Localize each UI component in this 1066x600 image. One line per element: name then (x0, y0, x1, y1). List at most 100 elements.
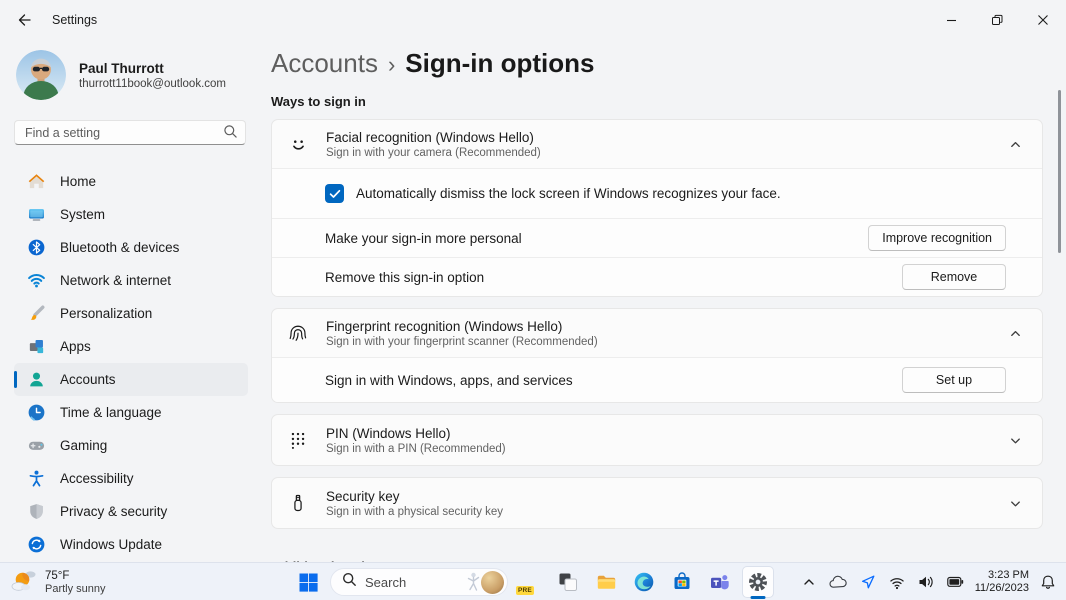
restore-button[interactable] (974, 0, 1020, 40)
onedrive-tray-icon[interactable] (827, 573, 849, 591)
task-view-button[interactable] (552, 566, 584, 598)
gaming-icon (26, 436, 46, 456)
breadcrumb-separator-icon: › (388, 52, 395, 78)
weather-widget[interactable]: 75°F Partly sunny (10, 566, 106, 599)
remove-button[interactable]: Remove (902, 264, 1006, 290)
security-key-header[interactable]: Security key Sign in with a physical sec… (272, 478, 1042, 528)
auto-dismiss-checkbox[interactable] (325, 184, 344, 203)
sidebar-item-label: Network & internet (60, 273, 171, 288)
apps-icon (26, 337, 46, 357)
settings-button[interactable] (742, 566, 774, 598)
sidebar-item-label: Accounts (60, 372, 116, 387)
taskbar-search[interactable]: Search (330, 568, 508, 596)
fingerprint-setup-row: Sign in with Windows, apps, and services… (272, 357, 1042, 402)
remove-signin-row: Remove this sign-in option Remove (272, 257, 1042, 296)
improve-recognition-button[interactable]: Improve recognition (868, 225, 1006, 251)
sidebar-item-label: Personalization (60, 306, 152, 321)
close-button[interactable] (1020, 0, 1066, 40)
sidebar-item-personalization[interactable]: Personalization (14, 297, 248, 330)
find-a-setting (14, 120, 246, 145)
fingerprint-header[interactable]: Fingerprint recognition (Windows Hello) … (272, 309, 1042, 357)
microsoft-store-button[interactable] (666, 566, 698, 598)
sidebar-item-time-language[interactable]: Time & language (14, 396, 248, 429)
checkmark-icon (329, 189, 341, 199)
file-explorer-button[interactable] (590, 566, 622, 598)
teams-button[interactable] (704, 566, 736, 598)
clock-date: 11/26/2023 (975, 582, 1029, 596)
fingerprint-icon (286, 322, 310, 344)
sidebar-item-label: Windows Update (60, 537, 162, 552)
profile-card[interactable]: Paul Thurrott thurrott11book@outlook.com (16, 50, 246, 100)
sidebar-item-privacy-security[interactable]: Privacy & security (14, 495, 248, 528)
main-content: Accounts › Sign-in options Ways to sign … (262, 40, 1066, 562)
clock[interactable]: 3:23 PM 11/26/2023 (975, 569, 1029, 596)
card-title: Fingerprint recognition (Windows Hello) (326, 319, 598, 334)
sidebar-item-network-internet[interactable]: Network & internet (14, 264, 248, 297)
dancer-figure-icon (466, 571, 481, 593)
speaker-icon (918, 575, 934, 589)
page-title: Sign-in options (405, 48, 594, 79)
start-button[interactable] (292, 566, 324, 598)
edge-icon (633, 571, 655, 593)
content-scrollbar[interactable] (1058, 90, 1061, 253)
sidebar-item-system[interactable]: System (14, 198, 248, 231)
card-subtitle: Sign in with your camera (Recommended) (326, 147, 541, 159)
location-tray-icon[interactable] (858, 572, 878, 592)
pin-header[interactable]: PIN (Windows Hello) Sign in with a PIN (… (272, 415, 1042, 465)
chevron-up-icon[interactable] (1005, 134, 1026, 155)
minimize-button[interactable] (928, 0, 974, 40)
settings-window: Settings (0, 0, 1066, 600)
card-subtitle: Sign in with a PIN (Recommended) (326, 443, 506, 455)
sidebar-item-bluetooth-devices[interactable]: Bluetooth & devices (14, 231, 248, 264)
breadcrumb-accounts[interactable]: Accounts (271, 48, 378, 79)
chevron-down-icon[interactable] (1005, 493, 1026, 514)
weather-condition: Partly sunny (45, 583, 106, 596)
sidebar-item-accounts[interactable]: Accounts (14, 363, 248, 396)
system-tray: 3:23 PM 11/26/2023 (800, 563, 1058, 600)
sidebar-item-apps[interactable]: Apps (14, 330, 248, 363)
windows-update-icon (26, 535, 46, 555)
home-icon (26, 172, 46, 192)
wifi-tray-icon[interactable] (887, 573, 907, 592)
accounts-icon (26, 370, 46, 390)
back-button[interactable] (4, 2, 44, 38)
search-icon (223, 124, 238, 144)
chevron-up-icon[interactable] (1005, 323, 1026, 344)
card-title: Security key (326, 489, 503, 504)
auto-dismiss-row: Automatically dismiss the lock screen if… (272, 168, 1042, 218)
remove-signin-label: Remove this sign-in option (325, 270, 484, 285)
set-up-button[interactable]: Set up (902, 367, 1006, 393)
card-facial-recognition: Facial recognition (Windows Hello) Sign … (271, 119, 1043, 297)
section-label-ways-to-sign-in: Ways to sign in (271, 94, 1043, 109)
find-setting-input[interactable] (14, 120, 246, 145)
sidebar-item-gaming[interactable]: Gaming (14, 429, 248, 462)
search-icon (342, 572, 357, 592)
location-arrow-icon (860, 574, 876, 590)
improve-recognition-label: Make your sign-in more personal (325, 231, 522, 246)
personalization-icon (26, 304, 46, 324)
notifications-button[interactable] (1038, 572, 1058, 592)
card-subtitle: Sign in with your fingerprint scanner (R… (326, 336, 598, 348)
edge-button[interactable] (628, 566, 660, 598)
copilot-button[interactable]: PRE (514, 566, 546, 598)
sidebar-item-windows-update[interactable]: Windows Update (14, 528, 248, 561)
gear-icon (747, 571, 769, 593)
hidden-icons-chevron[interactable] (800, 573, 818, 591)
copilot-icon: PRE (518, 570, 542, 594)
face-icon (286, 133, 310, 155)
privacy-security-icon (26, 502, 46, 522)
sidebar-item-accessibility[interactable]: Accessibility (14, 462, 248, 495)
wifi-icon (889, 575, 905, 590)
breadcrumb: Accounts › Sign-in options (271, 48, 1043, 79)
sidebar-item-home[interactable]: Home (14, 165, 248, 198)
time-language-icon (26, 403, 46, 423)
search-highlight-image[interactable] (464, 570, 504, 594)
battery-tray-icon[interactable] (945, 574, 966, 590)
volume-tray-icon[interactable] (916, 573, 936, 591)
sidebar-nav: Home System Bluetooth & devices Network … (14, 165, 248, 561)
auto-dismiss-label: Automatically dismiss the lock screen if… (356, 186, 781, 201)
teams-icon (709, 571, 731, 593)
fingerprint-setup-label: Sign in with Windows, apps, and services (325, 373, 573, 388)
chevron-down-icon[interactable] (1005, 430, 1026, 451)
facial-recognition-header[interactable]: Facial recognition (Windows Hello) Sign … (272, 120, 1042, 168)
